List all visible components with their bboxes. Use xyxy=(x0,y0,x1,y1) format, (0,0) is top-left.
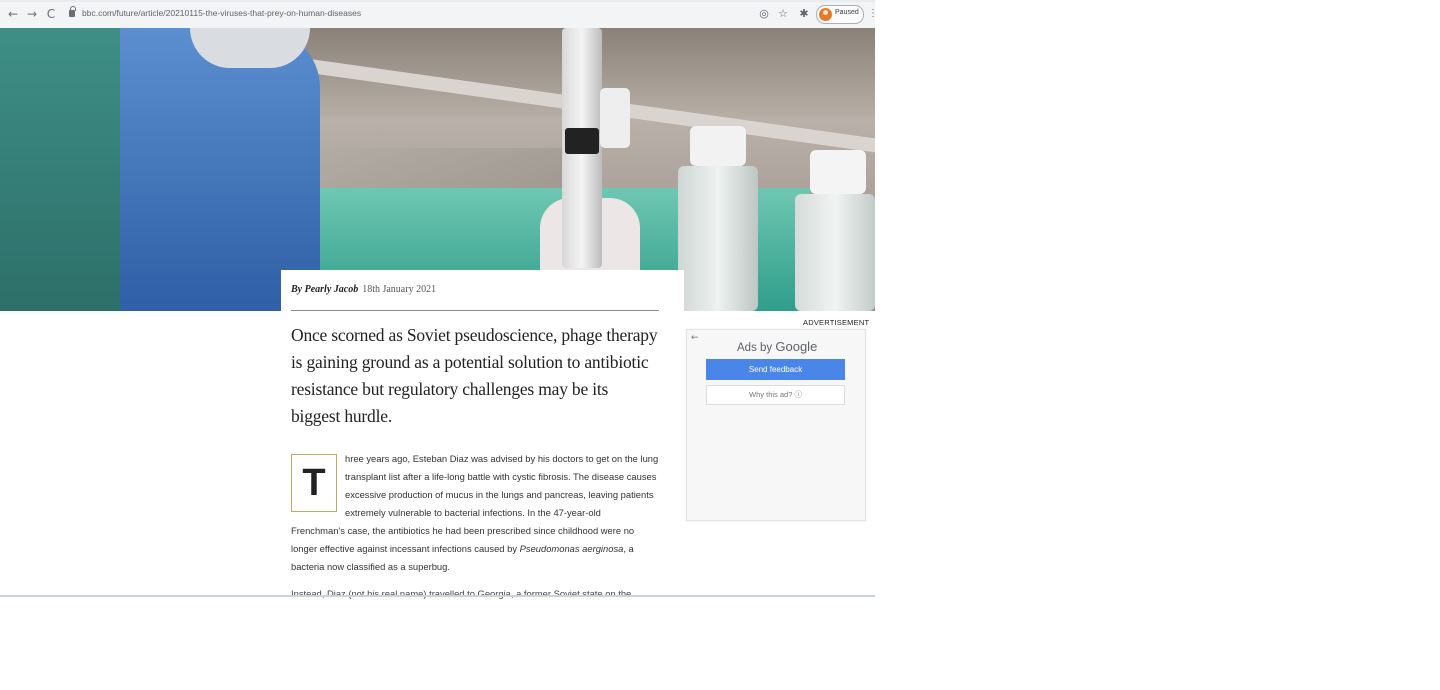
menu-icon[interactable]: ⋮ xyxy=(868,8,878,20)
divider xyxy=(291,310,659,311)
forward-arrow-icon[interactable]: → xyxy=(25,7,39,21)
send-feedback-button[interactable]: Send feedback xyxy=(706,359,845,380)
address-bar[interactable]: bbc.com/future/article/20210115-the-viru… xyxy=(82,8,361,18)
syringe-plunger xyxy=(565,128,599,154)
species-name: Pseudomonas aerginosa xyxy=(519,543,624,554)
lock-icon[interactable] xyxy=(69,6,76,17)
author-name[interactable]: By Pearly Jacob xyxy=(291,284,358,295)
bottle-2 xyxy=(795,194,875,311)
drop-cap: T xyxy=(291,454,337,512)
tab-strip-edge xyxy=(0,0,875,2)
advertisement-label: ADVERTISEMENT xyxy=(803,318,870,327)
browser-toolbar: ← → C bbc.com/future/article/20210115-th… xyxy=(0,0,878,29)
byline: By Pearly Jacob 18th January 2021 xyxy=(291,284,436,295)
lens-icon[interactable]: ◎ xyxy=(758,8,770,20)
viewport-bottom-border xyxy=(0,595,875,597)
google-logo: Google xyxy=(775,339,818,354)
why-this-ad-button[interactable]: Why this ad? ⓘ xyxy=(706,385,845,405)
profile-button[interactable]: Paused xyxy=(816,5,864,24)
ad-panel: ← Ads by Google Send feedback Why this a… xyxy=(686,329,866,521)
profile-status: Paused xyxy=(835,9,859,16)
back-arrow-icon[interactable]: ← xyxy=(691,333,699,343)
ads-by-google: Ads by Google xyxy=(737,339,817,354)
article-card: By Pearly Jacob 18th January 2021 Once sc… xyxy=(281,270,684,599)
paragraph-1-lead: hree years ago, Esteban Diaz was advised… xyxy=(345,453,659,518)
worker-blue-gown xyxy=(120,28,320,311)
reload-icon[interactable]: C xyxy=(44,7,58,21)
bottle-cap-3 xyxy=(600,88,630,148)
publish-date: 18th January 2021 xyxy=(362,284,437,295)
extensions-icon[interactable]: ✱ xyxy=(798,8,810,20)
bottle-1 xyxy=(678,166,758,311)
bottle-cap-1 xyxy=(690,126,746,166)
hero-image xyxy=(0,28,875,311)
drop-cap-letter: T xyxy=(302,462,326,504)
back-arrow-icon[interactable]: ← xyxy=(6,7,20,21)
bottle-cap-2 xyxy=(810,150,866,194)
avatar xyxy=(819,8,832,21)
article-standfirst: Once scorned as Soviet pseudoscience, ph… xyxy=(291,325,658,426)
ads-by-text: Ads by xyxy=(737,342,773,354)
paragraph-2: Instead, Diaz (not his real name) travel… xyxy=(291,588,632,599)
paragraph-1-rest: Frenchman's case, the antibiotics he had… xyxy=(291,522,659,576)
star-icon[interactable]: ☆ xyxy=(777,8,789,20)
